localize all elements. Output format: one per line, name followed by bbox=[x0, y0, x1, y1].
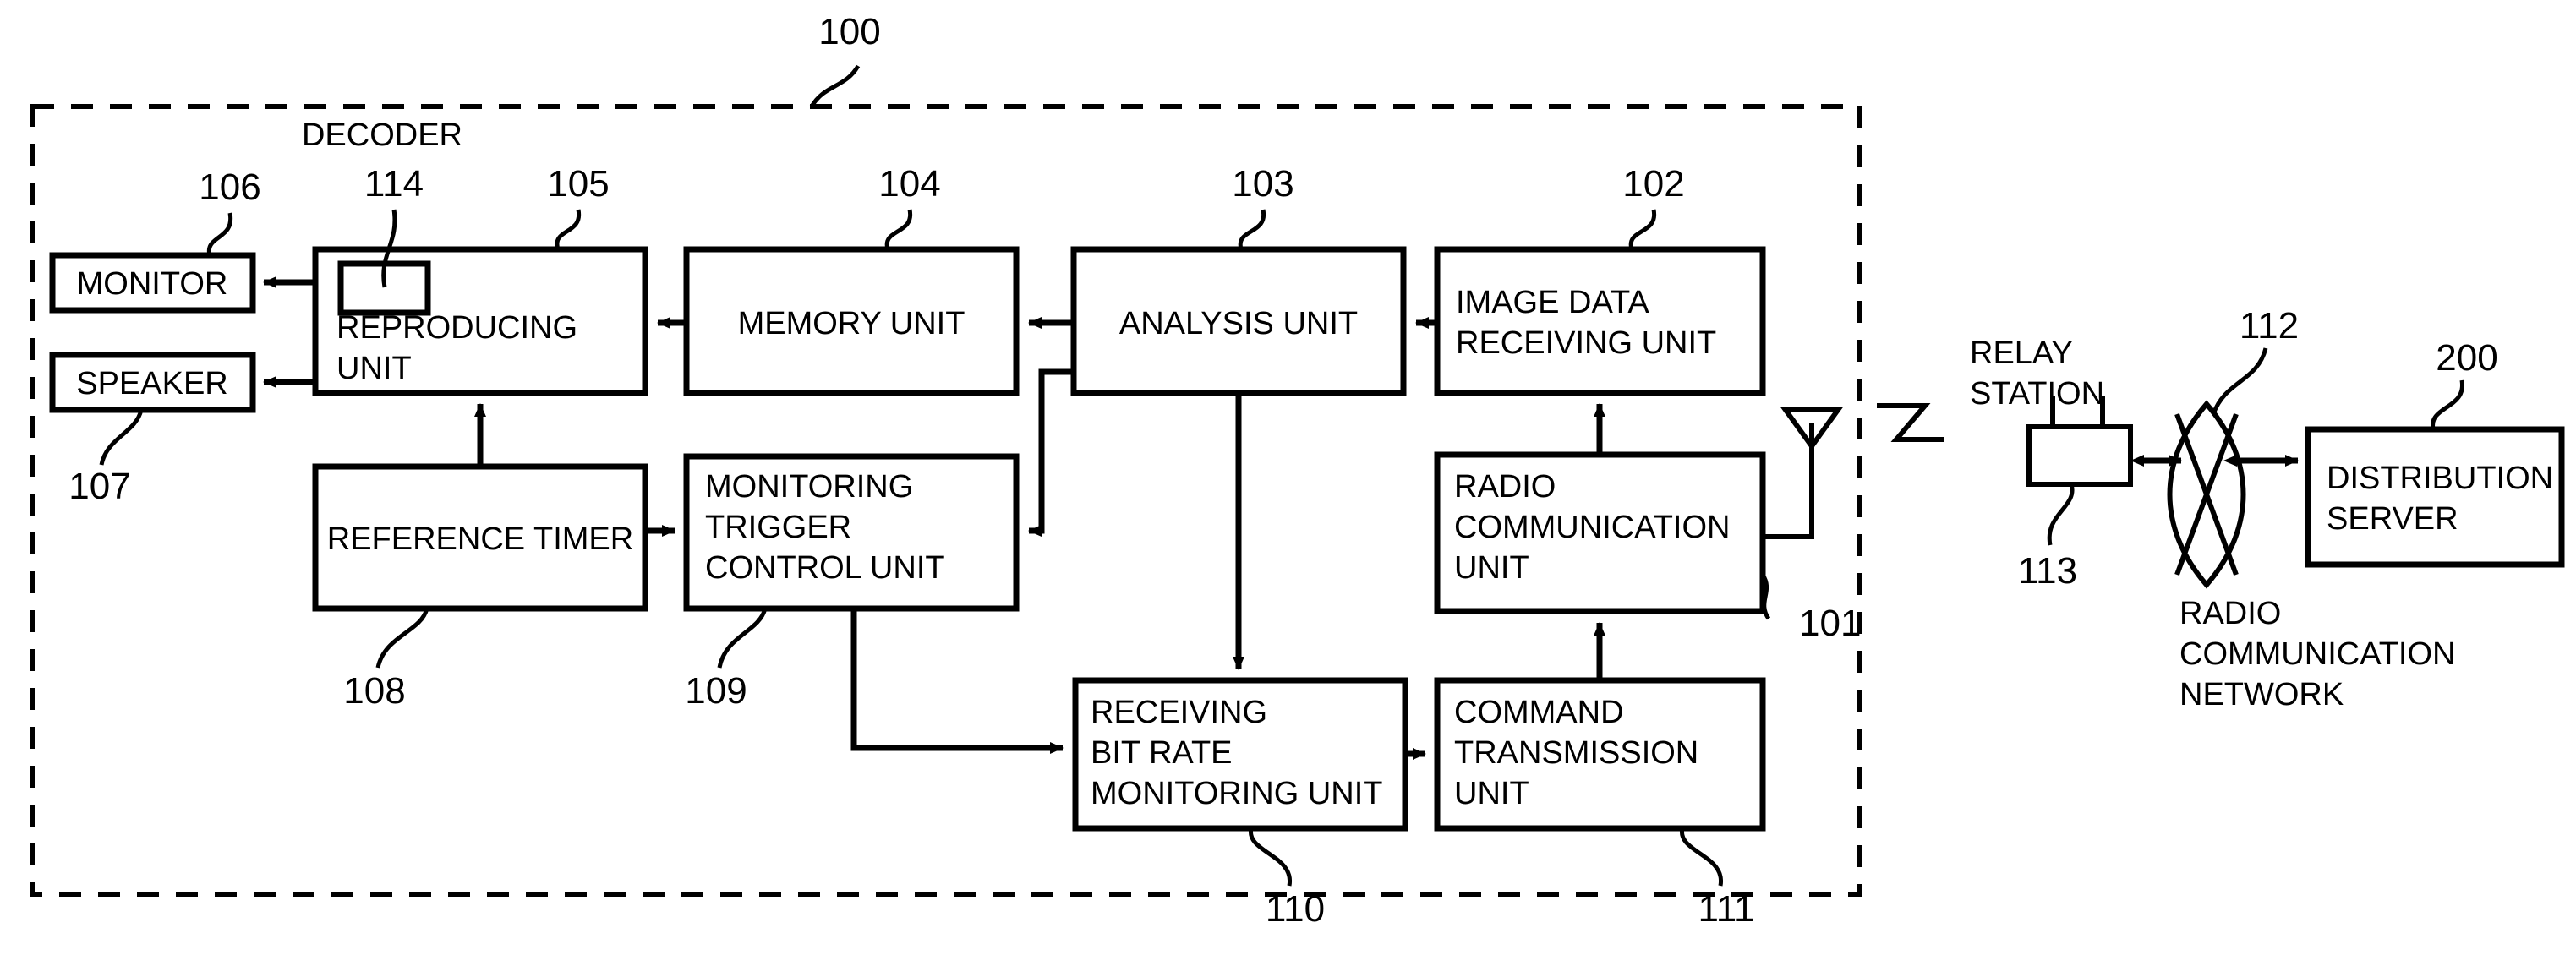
command-transmission-label-l3: UNIT bbox=[1454, 776, 1529, 811]
radio-communication-unit-label-l2: COMMUNICATION bbox=[1454, 510, 1731, 545]
radio-network-label-l3: NETWORK bbox=[2179, 677, 2344, 712]
leader-113 bbox=[2047, 483, 2075, 546]
decoder-caption: DECODER bbox=[302, 117, 462, 153]
radio-communication-unit-label-l1: RADIO bbox=[1454, 469, 1556, 505]
image-data-receiving-unit-block[interactable] bbox=[1434, 246, 1766, 396]
leader-107 bbox=[99, 409, 144, 466]
ref-100: 100 bbox=[818, 11, 880, 52]
conn-analysis-to-trigger bbox=[1028, 368, 1074, 537]
reference-timer-label: REFERENCE TIMER bbox=[327, 521, 633, 557]
reproducing-unit-label-l2: UNIT bbox=[336, 351, 412, 386]
ref-108: 108 bbox=[343, 670, 405, 712]
ref-103: 103 bbox=[1232, 163, 1293, 205]
ref-200: 200 bbox=[2436, 337, 2497, 379]
image-data-receiving-unit-label-l1: IMAGE DATA bbox=[1456, 285, 1649, 320]
speaker-label: SPEAKER bbox=[76, 366, 228, 401]
ref-106: 106 bbox=[199, 166, 260, 208]
network-lens-icon bbox=[2167, 400, 2246, 589]
bitrate-monitor-label-l2: BIT RATE bbox=[1091, 735, 1233, 771]
wireless-zigzag-icon bbox=[1877, 403, 1944, 442]
ref-102: 102 bbox=[1622, 163, 1684, 205]
memory-unit-label: MEMORY UNIT bbox=[738, 306, 965, 341]
leader-112 bbox=[2211, 347, 2268, 415]
radio-network-label-l1: RADIO bbox=[2179, 596, 2281, 631]
leader-110 bbox=[1249, 827, 1292, 887]
leader-200 bbox=[2431, 379, 2464, 430]
leader-103 bbox=[1238, 209, 1266, 250]
ref-107: 107 bbox=[68, 466, 130, 507]
distribution-server-block[interactable] bbox=[2305, 426, 2565, 568]
leader-108 bbox=[375, 608, 429, 669]
relay-station-label-l2: STATION bbox=[1970, 376, 2104, 412]
ref-109: 109 bbox=[685, 670, 747, 712]
antenna-icon bbox=[1763, 407, 1843, 539]
leader-111 bbox=[1680, 827, 1723, 887]
ref-113: 113 bbox=[2018, 550, 2077, 592]
ref-104: 104 bbox=[878, 163, 940, 205]
image-data-receiving-unit-label-l2: RECEIVING UNIT bbox=[1456, 325, 1716, 361]
monitor-label: MONITOR bbox=[77, 266, 228, 302]
leader-106 bbox=[206, 212, 233, 256]
ref-110: 110 bbox=[1266, 888, 1325, 930]
ref-111: 111 bbox=[1698, 888, 1755, 930]
command-transmission-label-l2: TRANSMISSION bbox=[1454, 735, 1698, 771]
ref-101: 101 bbox=[1799, 603, 1861, 644]
conn-trigger-to-bitrate bbox=[850, 609, 1064, 754]
distribution-server-label-l1: DISTRIBUTION bbox=[2327, 461, 2553, 496]
radio-network-label-l2: COMMUNICATION bbox=[2179, 636, 2456, 672]
distribution-server-label-l2: SERVER bbox=[2327, 501, 2458, 537]
analysis-unit-label: ANALYSIS UNIT bbox=[1119, 306, 1358, 341]
relay-station-label-l1: RELAY bbox=[1970, 336, 2073, 371]
leader-100 bbox=[809, 64, 861, 108]
leader-104 bbox=[884, 209, 913, 250]
bitrate-monitor-label-l3: MONITORING UNIT bbox=[1091, 776, 1383, 811]
monitoring-trigger-label-l3: CONTROL UNIT bbox=[705, 550, 945, 586]
ref-112: 112 bbox=[2240, 305, 2299, 347]
ref-114: 114 bbox=[364, 163, 424, 205]
reproducing-unit-label-l1: REPRODUCING bbox=[336, 310, 577, 346]
leader-101 bbox=[1760, 573, 1771, 620]
bitrate-monitor-label-l1: RECEIVING bbox=[1091, 695, 1267, 730]
leader-109 bbox=[717, 608, 768, 669]
leader-102 bbox=[1628, 209, 1657, 250]
monitoring-trigger-label-l1: MONITORING bbox=[705, 469, 913, 505]
monitoring-trigger-label-l2: TRIGGER bbox=[705, 510, 851, 545]
command-transmission-label-l1: COMMAND bbox=[1454, 695, 1624, 730]
ref-105: 105 bbox=[547, 163, 609, 205]
patent-figure: 100 DECODER 106 114 105 104 103 102 107 … bbox=[0, 0, 2576, 966]
radio-communication-unit-label-l3: UNIT bbox=[1454, 550, 1529, 586]
leader-105 bbox=[555, 209, 582, 250]
